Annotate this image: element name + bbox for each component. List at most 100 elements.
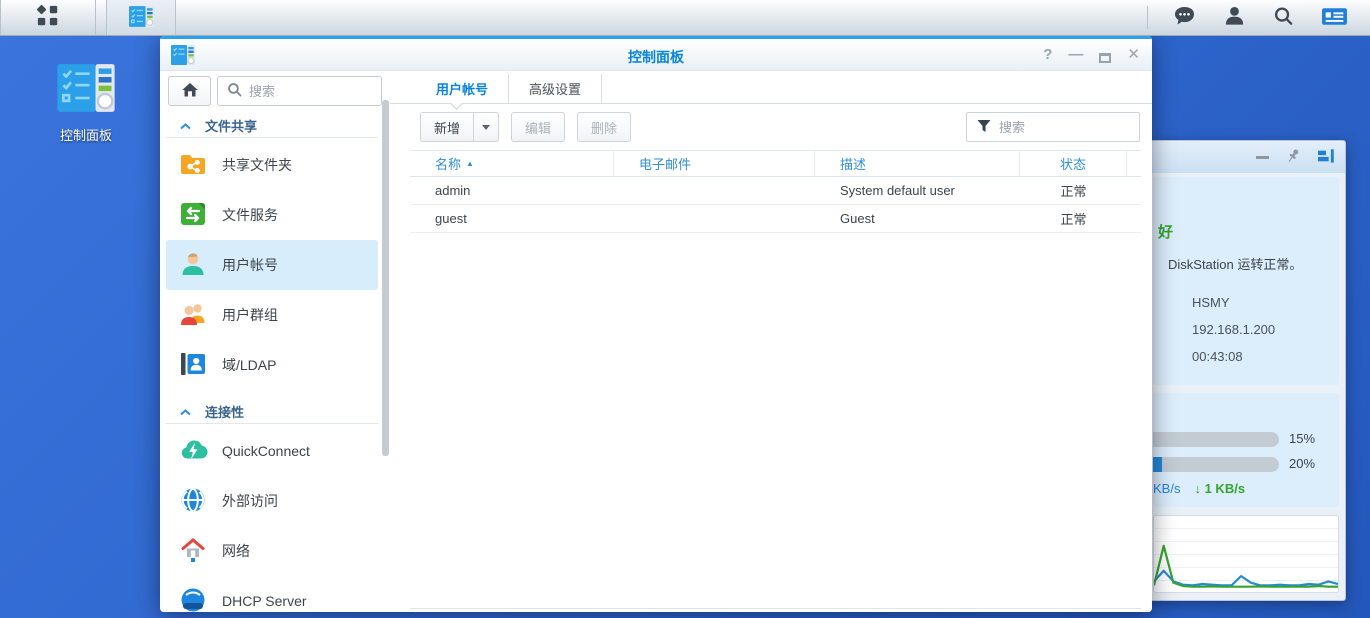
- user-groups-icon: [178, 299, 208, 332]
- external-access-icon: [178, 485, 208, 518]
- maximize-button[interactable]: [1099, 53, 1111, 63]
- network-chart-lines: [1154, 516, 1338, 592]
- user-icon: [1223, 16, 1246, 31]
- download-speed: ↓ 1 KB/s: [1194, 481, 1245, 496]
- main-menu-icon: [36, 4, 60, 31]
- file-services-icon: [178, 199, 208, 232]
- window-titlebar[interactable]: 控制面板 ? — ✕: [160, 36, 1152, 71]
- main-menu-button[interactable]: [0, 0, 96, 35]
- server-ip: 192.168.1.200: [1192, 316, 1275, 343]
- widget-panel: 好 DiskStation 运转正常。 HSMY 192.168.1.200 0…: [1146, 140, 1346, 601]
- tab-advanced-settings[interactable]: 高级设置: [509, 74, 602, 103]
- sidebar-item-network[interactable]: 网络: [166, 526, 378, 576]
- widgets-button[interactable]: [1321, 5, 1348, 31]
- sidebar-search-input[interactable]: [249, 84, 381, 99]
- home-button[interactable]: [168, 76, 211, 106]
- home-icon: [181, 81, 199, 101]
- domain-ldap-icon: [178, 349, 208, 382]
- filter-search-input[interactable]: [999, 120, 1139, 135]
- magnifier-icon: [226, 81, 243, 101]
- tab-user-account[interactable]: 用户帐号: [415, 74, 509, 103]
- chevron-up-icon: [180, 404, 191, 419]
- search-icon: [1272, 16, 1295, 31]
- server-info: HSMY 192.168.1.200 00:43:08: [1192, 289, 1275, 370]
- desktop: { "taskbar": { "icons": ["main-menu", "c…: [0, 0, 1370, 618]
- toolbar: 新增 编辑 删除: [420, 112, 631, 142]
- sidebar-item-dhcp-server[interactable]: DHCP Server: [166, 576, 378, 612]
- user-menu-button[interactable]: [1223, 4, 1246, 31]
- ram-usage-label: 20%: [1289, 456, 1315, 471]
- widget-panel-header: [1147, 141, 1345, 173]
- user-account-icon: [178, 249, 208, 282]
- column-status[interactable]: 状态: [1020, 151, 1127, 176]
- desktop-shortcut-control-panel[interactable]: 控制面板: [30, 60, 142, 144]
- add-button[interactable]: 新增: [420, 112, 474, 142]
- column-email[interactable]: 电子邮件: [614, 151, 815, 176]
- main-pane: 用户帐号 高级设置 新增 编辑 删除: [390, 74, 1152, 612]
- quickconnect-icon: [178, 435, 208, 468]
- sidebar-search: [217, 76, 382, 106]
- cpu-usage-bar: [1153, 432, 1279, 447]
- minimize-button[interactable]: —: [1068, 45, 1083, 65]
- health-message: DiskStation 运转正常。: [1168, 254, 1302, 273]
- sidebar-item-user-groups[interactable]: 用户群组: [166, 290, 378, 340]
- resource-monitor-widget: 15% 20% KB/s ↓ 1 KB/s: [1153, 393, 1339, 507]
- sidebar-item-external-access[interactable]: 外部访问: [166, 476, 378, 526]
- shared-folder-icon: [178, 149, 208, 182]
- filter-search: [966, 112, 1140, 142]
- close-button[interactable]: ✕: [1127, 45, 1140, 65]
- chevron-up-icon: [180, 118, 191, 133]
- search-button[interactable]: [1272, 4, 1295, 31]
- control-panel-window: 控制面板 ? — ✕: [160, 36, 1152, 612]
- network-activity-chart: [1153, 515, 1339, 593]
- table-row-admin[interactable]: admin System default user 正常: [410, 177, 1141, 205]
- control-panel-shortcut-icon: [55, 104, 117, 119]
- sidebar-item-quickconnect[interactable]: QuickConnect: [166, 426, 378, 476]
- table-row-guest[interactable]: guest Guest 正常: [410, 205, 1141, 233]
- server-name: HSMY: [1192, 289, 1275, 316]
- sidebar-item-shared-folder[interactable]: 共享文件夹: [166, 140, 378, 190]
- window-title: 控制面板: [160, 47, 1152, 67]
- chat-icon: [1172, 16, 1197, 31]
- sidebar-item-user-account[interactable]: 用户帐号: [166, 240, 378, 290]
- column-name[interactable]: 名称 ▲: [410, 151, 614, 176]
- edit-button[interactable]: 编辑: [511, 112, 565, 142]
- control-panel-app-button[interactable]: [106, 0, 176, 35]
- caret-down-icon: [482, 125, 490, 130]
- network-speed-row: KB/s ↓ 1 KB/s: [1153, 481, 1245, 496]
- add-dropdown-button[interactable]: [474, 112, 499, 142]
- pin-icon[interactable]: [1284, 147, 1302, 168]
- user-table: 名称 ▲ 电子邮件 描述 状态 admin System default use…: [410, 150, 1141, 233]
- shortcut-label: 控制面板: [30, 125, 142, 144]
- sidebar: 文件共享 共享文件夹: [160, 74, 390, 612]
- server-uptime: 00:43:08: [1192, 343, 1275, 370]
- table-header: 名称 ▲ 电子邮件 描述 状态: [410, 150, 1141, 177]
- help-button[interactable]: ?: [1043, 45, 1052, 65]
- sidebar-scrollbar[interactable]: [382, 100, 389, 456]
- filter-funnel-icon: [976, 118, 992, 137]
- section-connectivity[interactable]: 连接性: [166, 400, 378, 424]
- column-description[interactable]: 描述: [815, 151, 1020, 176]
- system-health-widget: 好 DiskStation 运转正常。 HSMY 192.168.1.200 0…: [1153, 177, 1339, 385]
- sidebar-item-file-services[interactable]: 文件服务: [166, 190, 378, 240]
- taskbar: [0, 0, 1370, 36]
- widget-minimize-icon[interactable]: [1256, 156, 1269, 159]
- table-footer: 2 个项目: [410, 608, 1141, 612]
- cpu-usage-label: 15%: [1289, 431, 1315, 446]
- delete-button[interactable]: 删除: [577, 112, 631, 142]
- down-arrow-icon: ↓: [1194, 481, 1201, 496]
- notifications-button[interactable]: [1172, 4, 1197, 31]
- ram-usage-bar: [1153, 457, 1279, 472]
- sidebar-item-domain-ldap[interactable]: 域/LDAP: [166, 340, 378, 390]
- upload-speed: KB/s: [1153, 481, 1180, 496]
- greeting-text: 好: [1158, 221, 1173, 242]
- dhcp-server-icon: [178, 585, 208, 613]
- control-panel-app-icon: [128, 5, 155, 31]
- tabs-row: 用户帐号 高级设置: [390, 74, 1152, 104]
- network-icon: [178, 535, 208, 568]
- column-spacer: [1127, 151, 1152, 176]
- dock-panel-icon[interactable]: [1317, 148, 1335, 167]
- sort-asc-icon: ▲: [466, 159, 474, 168]
- widgets-icon: [1321, 16, 1348, 31]
- section-file-sharing[interactable]: 文件共享: [166, 114, 378, 138]
